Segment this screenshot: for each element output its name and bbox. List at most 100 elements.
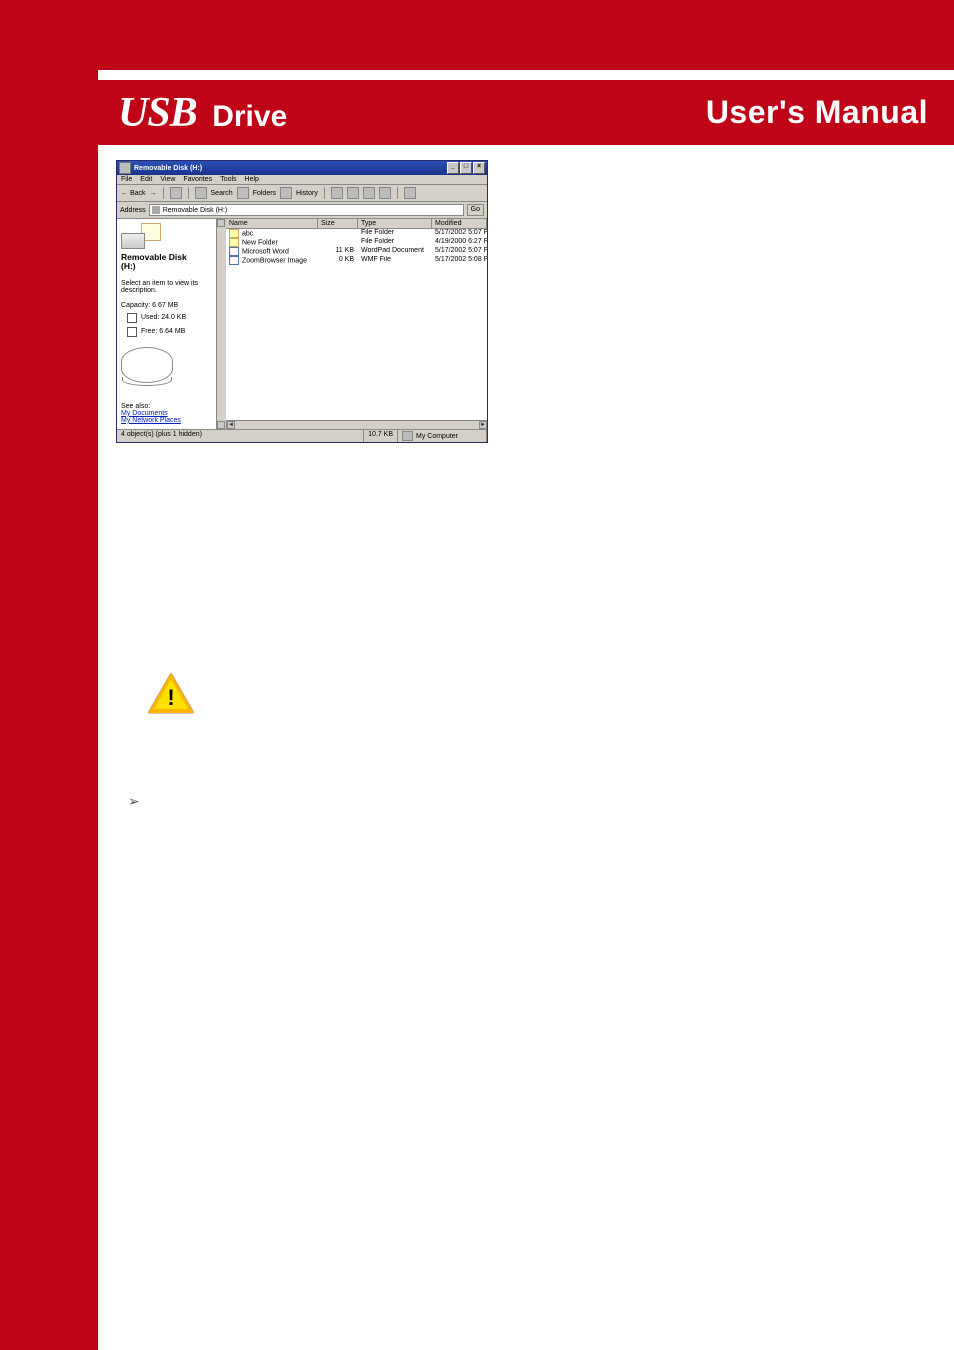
bullet-row [128, 793, 914, 810]
toolbar-sep2 [188, 187, 189, 199]
link-my-documents[interactable]: My Documents [121, 410, 221, 417]
bullet-arrow-icon [128, 793, 148, 809]
address-value: Removable Disk (H:) [163, 207, 228, 214]
folders-label[interactable]: Folders [253, 190, 276, 197]
cell-modified: 5/17/2002 5:08 PM [432, 256, 487, 265]
cell-type: File Folder [358, 238, 432, 247]
toolbar: ← Back → Search Folders History [117, 185, 487, 202]
window-body: Removable Disk (H:) Select an item to vi… [117, 219, 487, 429]
page-title: User's Manual [706, 94, 928, 131]
free-stat: Free: 6.64 MB [127, 327, 221, 337]
menu-view[interactable]: View [160, 176, 175, 183]
cell-modified: 4/19/2000 6:27 PM [432, 238, 487, 247]
go-label: Go [471, 206, 480, 213]
cell-modified: 5/17/2002 5:07 PM [432, 247, 487, 256]
search-icon[interactable] [195, 187, 207, 199]
address-drive-icon [152, 206, 160, 214]
red-sidebar [0, 0, 98, 1350]
go-button[interactable]: Go [467, 204, 484, 216]
toolbar-sep3 [324, 187, 325, 199]
cell-name: Microsoft Word [226, 247, 318, 256]
status-size: 10.7 KB [364, 430, 398, 442]
cell-size [318, 229, 358, 238]
cell-size: 0 KB [318, 256, 358, 265]
explorer-window: Removable Disk (H:) _ □ × File Edit View… [116, 160, 488, 443]
status-location: My Computer [398, 430, 487, 442]
page-outer: USB Drive User's Manual Removable Disk (… [0, 0, 954, 1350]
folders-icon[interactable] [237, 187, 249, 199]
history-icon[interactable] [280, 187, 292, 199]
search-label[interactable]: Search [211, 190, 233, 197]
col-modified[interactable]: Modified [432, 219, 487, 228]
horizontal-scrollbar[interactable]: ◄ ► [226, 420, 487, 429]
file-list-panel: Name Size Type Modified abc File Folder … [226, 219, 487, 429]
cell-name: New Folder [226, 238, 318, 247]
menu-edit[interactable]: Edit [140, 176, 152, 183]
views-icon[interactable] [404, 187, 416, 199]
used-swatch [127, 313, 137, 323]
maximize-button[interactable]: □ [460, 162, 472, 174]
forward-button[interactable]: → [150, 190, 157, 197]
history-label[interactable]: History [296, 190, 318, 197]
cell-type: File Folder [358, 229, 432, 238]
red-top-strip [0, 0, 954, 70]
free-swatch [127, 327, 137, 337]
warning-icon: ! [148, 673, 194, 713]
close-button[interactable]: × [473, 162, 485, 174]
delete-icon[interactable] [363, 187, 375, 199]
window-title-text: Removable Disk (H:) [134, 165, 446, 172]
cell-name: abc [226, 229, 318, 238]
table-row[interactable]: New Folder File Folder 4/19/2000 6:27 PM [226, 238, 487, 247]
scroll-right-icon[interactable]: ► [479, 421, 487, 429]
drive-illustration [121, 223, 161, 249]
brand-drive: Drive [212, 100, 287, 133]
page-content: Removable Disk (H:) _ □ × File Edit View… [98, 160, 914, 1310]
menu-bar[interactable]: File Edit View Favorites Tools Help [117, 175, 487, 185]
see-also: See also: My Documents My Network Places [121, 403, 221, 424]
back-button[interactable]: ← Back [121, 190, 146, 197]
menu-file[interactable]: File [121, 176, 132, 183]
menu-tools[interactable]: Tools [220, 176, 236, 183]
see-also-label: See also: [121, 403, 221, 410]
disk-name-line1: Removable Disk [121, 253, 221, 262]
header-band: USB Drive User's Manual [98, 80, 954, 145]
minimize-button[interactable]: _ [447, 162, 459, 174]
drive-icon [119, 162, 131, 174]
address-bar: Address Removable Disk (H:) Go [117, 202, 487, 219]
used-stat: Used: 24.0 KB [127, 313, 221, 323]
status-bar: 4 object(s) (plus 1 hidden) 10.7 KB My C… [117, 429, 487, 442]
cell-modified: 5/17/2002 5:07 PM [432, 229, 487, 238]
scroll-left-icon[interactable]: ◄ [227, 421, 235, 429]
table-row[interactable]: abc File Folder 5/17/2002 5:07 PM [226, 229, 487, 238]
brand-logo: USB Drive [118, 89, 287, 137]
col-type[interactable]: Type [358, 219, 432, 228]
menu-help[interactable]: Help [245, 176, 259, 183]
moveto-icon[interactable] [331, 187, 343, 199]
brand-usb: USB [118, 90, 197, 136]
scroll-track[interactable] [235, 421, 479, 429]
used-label: Used: 24.0 KB [141, 314, 186, 321]
col-name[interactable]: Name [226, 219, 318, 228]
copyto-icon[interactable] [347, 187, 359, 199]
table-row[interactable]: Microsoft Word 11 KB WordPad Document 5/… [226, 247, 487, 256]
disk-name-line2: (H:) [121, 262, 221, 271]
cell-size [318, 238, 358, 247]
cell-size: 11 KB [318, 247, 358, 256]
toolbar-sep [163, 187, 164, 199]
side-scrollbar[interactable] [216, 219, 225, 429]
status-objects: 4 object(s) (plus 1 hidden) [117, 430, 364, 442]
up-icon[interactable] [170, 187, 182, 199]
menu-favorites[interactable]: Favorites [183, 176, 212, 183]
back-label: Back [130, 190, 146, 197]
pie-chart-icon [121, 347, 173, 383]
column-headers[interactable]: Name Size Type Modified [226, 219, 487, 229]
undo-icon[interactable] [379, 187, 391, 199]
cell-name: ZoomBrowser Image [226, 256, 318, 265]
table-row[interactable]: ZoomBrowser Image 0 KB WMF File 5/17/200… [226, 256, 487, 265]
cell-type: WordPad Document [358, 247, 432, 256]
link-my-network-places[interactable]: My Network Places [121, 417, 221, 424]
address-input[interactable]: Removable Disk (H:) [149, 204, 464, 216]
window-titlebar[interactable]: Removable Disk (H:) _ □ × [117, 161, 487, 175]
col-size[interactable]: Size [318, 219, 358, 228]
free-label: Free: 6.64 MB [141, 328, 185, 335]
